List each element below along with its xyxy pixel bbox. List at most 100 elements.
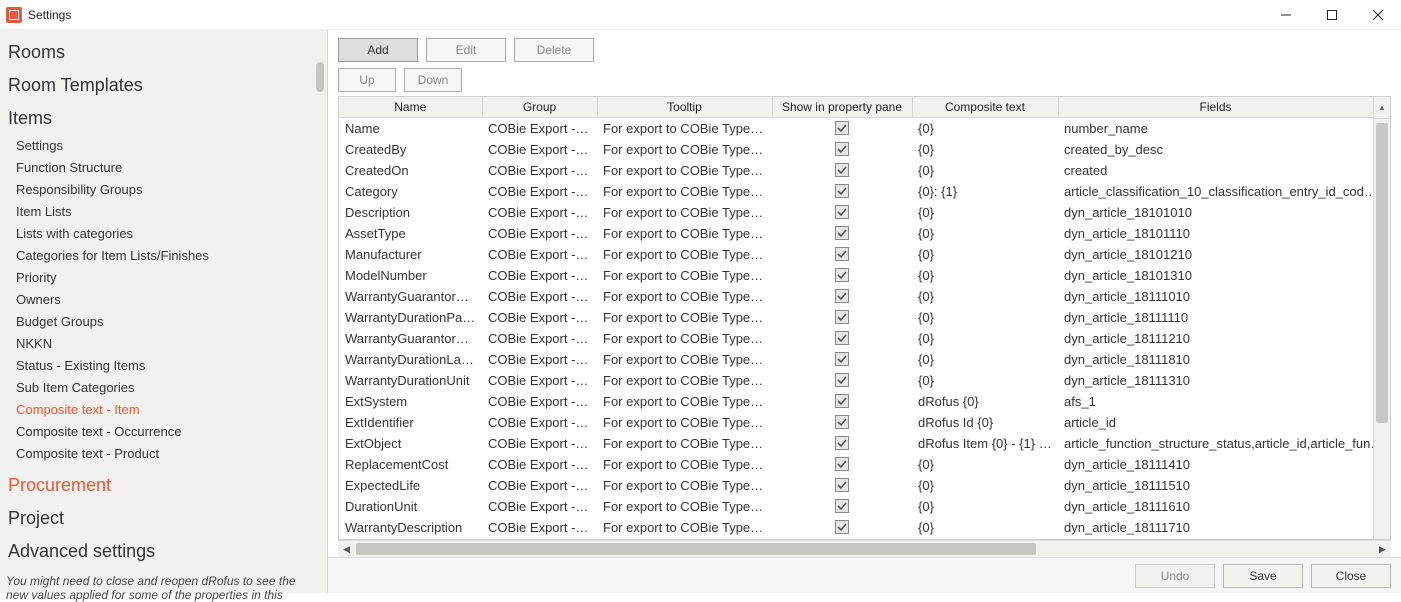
cell-show [772, 517, 912, 538]
checkbox-icon[interactable] [835, 247, 849, 261]
sidebar-scrollbar-thumb[interactable] [316, 62, 324, 92]
scroll-up-arrow[interactable]: ▲ [1373, 97, 1390, 119]
checkbox-icon[interactable] [835, 142, 849, 156]
checkbox-icon[interactable] [835, 457, 849, 471]
checkbox-icon[interactable] [835, 415, 849, 429]
cell-composite: {0} [912, 370, 1058, 391]
checkbox-icon[interactable] [835, 373, 849, 387]
column-header[interactable]: Tooltip [597, 97, 772, 118]
column-header[interactable]: Show in property pane [772, 97, 912, 118]
section-header[interactable]: Advanced settings [0, 535, 327, 568]
checkbox-icon[interactable] [835, 205, 849, 219]
cell-composite: dRofus Item {0} - {1} - {2} [912, 433, 1058, 454]
table-row[interactable]: ReplacementCostCOBie Export - TypeFor ex… [339, 454, 1390, 475]
checkbox-icon[interactable] [835, 331, 849, 345]
nav-item[interactable]: NKKN [16, 333, 327, 355]
column-header[interactable]: Name [339, 97, 482, 118]
vertical-scrollbar[interactable] [1373, 119, 1390, 539]
save-button[interactable]: Save [1223, 564, 1303, 588]
checkbox-icon[interactable] [835, 310, 849, 324]
checkbox-icon[interactable] [835, 499, 849, 513]
cell-composite: {0} [912, 328, 1058, 349]
up-button[interactable]: Up [338, 68, 396, 92]
delete-button[interactable]: Delete [514, 38, 594, 62]
nav-item[interactable]: Budget Groups [16, 311, 327, 333]
nav-item[interactable]: Function Structure [16, 157, 327, 179]
nav-item[interactable]: Composite text - Item [16, 399, 327, 421]
add-button[interactable]: Add [338, 38, 418, 62]
down-button[interactable]: Down [404, 68, 462, 92]
section-header[interactable]: Room Templates [0, 69, 327, 102]
close-button[interactable] [1355, 0, 1401, 29]
close-dialog-button[interactable]: Close [1311, 564, 1391, 588]
checkbox-icon[interactable] [835, 520, 849, 534]
cell-composite: {0} [912, 202, 1058, 223]
nav-item[interactable]: Lists with categories [16, 223, 327, 245]
scroll-right-arrow[interactable]: ▶ [1374, 541, 1391, 558]
table-row[interactable]: ExtSystemCOBie Export - TypeFor export t… [339, 391, 1390, 412]
cell-fields: number_name [1058, 118, 1390, 139]
table-row[interactable]: ExpectedLifeCOBie Export - TypeFor expor… [339, 475, 1390, 496]
sidebar-scrollbar[interactable] [315, 34, 325, 533]
table-row[interactable]: CategoryCOBie Export - TypeFor export to… [339, 181, 1390, 202]
section-header[interactable]: Procurement [0, 469, 327, 502]
nav-item[interactable]: Priority [16, 267, 327, 289]
cell-group: COBie Export - Type [482, 202, 597, 223]
checkbox-icon[interactable] [835, 226, 849, 240]
checkbox-icon[interactable] [835, 352, 849, 366]
nav-item[interactable]: Composite text - Product [16, 443, 327, 465]
table-row[interactable]: DurationUnitCOBie Export - TypeFor expor… [339, 496, 1390, 517]
checkbox-icon[interactable] [835, 394, 849, 408]
edit-button[interactable]: Edit [426, 38, 506, 62]
nav-item[interactable]: Settings [16, 135, 327, 157]
checkbox-icon[interactable] [835, 289, 849, 303]
table-row[interactable]: ModelNumberCOBie Export - TypeFor export… [339, 265, 1390, 286]
table-row[interactable]: WarrantyDescriptionCOBie Export - TypeFo… [339, 517, 1390, 538]
table-row[interactable]: WarrantyDurationLaborCOBie Export - Type… [339, 349, 1390, 370]
checkbox-icon[interactable] [835, 163, 849, 177]
column-header[interactable]: Group [482, 97, 597, 118]
table-row[interactable]: ExtObjectCOBie Export - TypeFor export t… [339, 433, 1390, 454]
table-row[interactable]: ManufacturerCOBie Export - TypeFor expor… [339, 244, 1390, 265]
cell-name: WarrantyDurationParts [339, 307, 482, 328]
section-header[interactable]: Project [0, 502, 327, 535]
minimize-button[interactable] [1263, 0, 1309, 29]
table-row[interactable]: WarrantyDurationUnitCOBie Export - TypeF… [339, 370, 1390, 391]
table-row[interactable]: AssetTypeCOBie Export - TypeFor export t… [339, 223, 1390, 244]
section-header[interactable]: Items [0, 102, 327, 135]
nav-item[interactable]: Item Lists [16, 201, 327, 223]
checkbox-icon[interactable] [835, 436, 849, 450]
nav-item[interactable]: Sub Item Categories [16, 377, 327, 399]
column-header[interactable]: Fields [1058, 97, 1373, 118]
table-row[interactable]: CreatedByCOBie Export - TypeFor export t… [339, 139, 1390, 160]
table-row[interactable]: WarrantyGuarantorLaborCOBie Export - Typ… [339, 328, 1390, 349]
section-header[interactable]: Rooms [0, 36, 327, 69]
nav-item[interactable]: Responsibility Groups [16, 179, 327, 201]
nav-item[interactable]: Composite text - Occurrence [16, 421, 327, 443]
scroll-left-arrow[interactable]: ◀ [338, 541, 355, 558]
maximize-button[interactable] [1309, 0, 1355, 29]
checkbox-icon[interactable] [835, 478, 849, 492]
table-row[interactable]: ExtIdentifierCOBie Export - TypeFor expo… [339, 412, 1390, 433]
cell-show [772, 202, 912, 223]
vertical-scrollbar-thumb[interactable] [1376, 123, 1388, 423]
checkbox-icon[interactable] [835, 268, 849, 282]
cell-group: COBie Export - Type [482, 181, 597, 202]
table-row[interactable]: NameCOBie Export - TypeFor export to COB… [339, 118, 1390, 139]
table-row[interactable]: CreatedOnCOBie Export - TypeFor export t… [339, 160, 1390, 181]
table-body-scroll[interactable]: NameCOBie Export - TypeFor export to COB… [339, 118, 1390, 538]
checkbox-icon[interactable] [835, 121, 849, 135]
table-row[interactable]: WarrantyGuarantorPartsCOBie Export - Typ… [339, 286, 1390, 307]
horizontal-scrollbar[interactable]: ◀ ▶ [338, 540, 1391, 557]
cell-group: COBie Export - Type [482, 433, 597, 454]
checkbox-icon[interactable] [835, 184, 849, 198]
cell-composite: {0} [912, 496, 1058, 517]
nav-item[interactable]: Status - Existing Items [16, 355, 327, 377]
horizontal-scrollbar-thumb[interactable] [356, 543, 1036, 555]
table-row[interactable]: WarrantyDurationPartsCOBie Export - Type… [339, 307, 1390, 328]
nav-item[interactable]: Categories for Item Lists/Finishes [16, 245, 327, 267]
undo-button[interactable]: Undo [1135, 564, 1215, 588]
nav-item[interactable]: Owners [16, 289, 327, 311]
table-row[interactable]: DescriptionCOBie Export - TypeFor export… [339, 202, 1390, 223]
column-header[interactable]: Composite text [912, 97, 1058, 118]
